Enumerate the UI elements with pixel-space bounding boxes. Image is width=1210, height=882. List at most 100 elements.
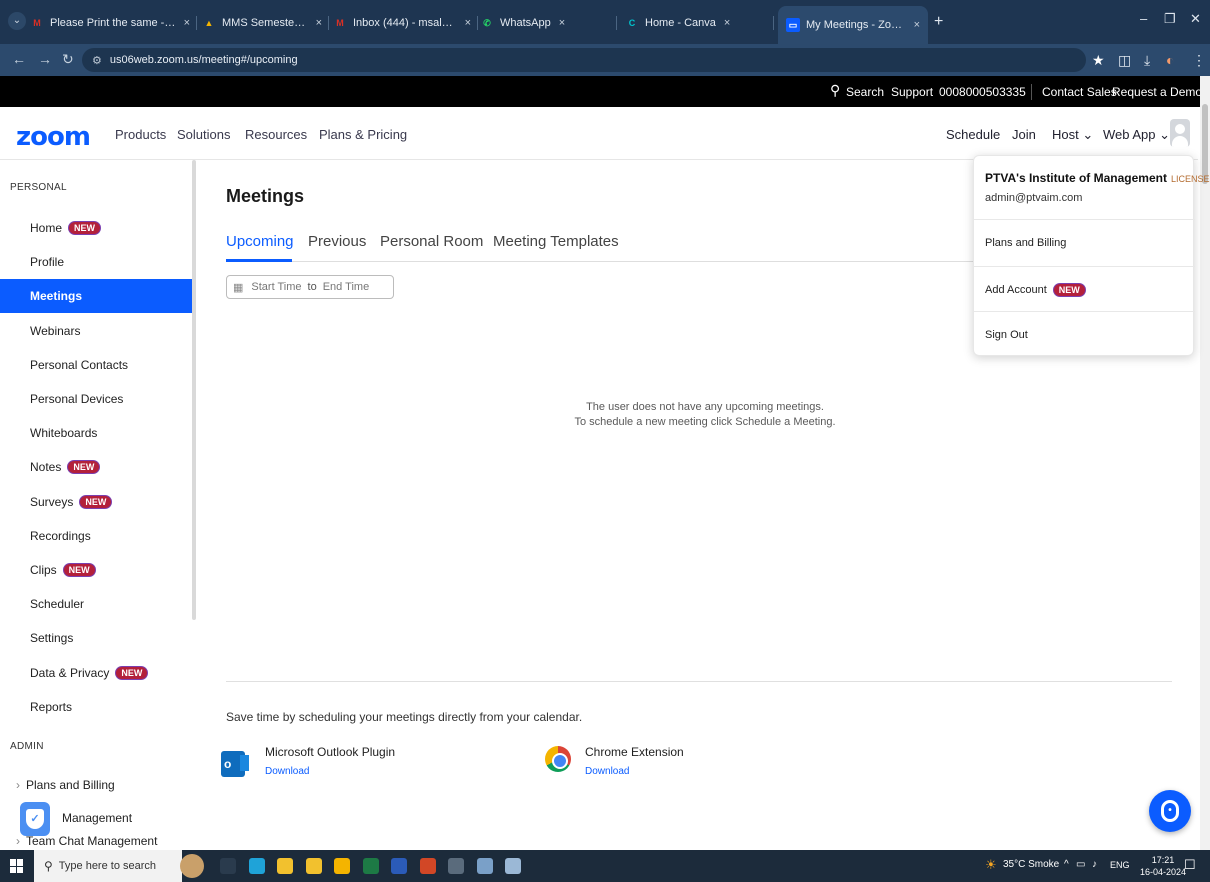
- sign-out-item[interactable]: Sign Out: [985, 329, 1028, 341]
- sidebar-item-settings[interactable]: Settings: [0, 621, 192, 655]
- nav-products[interactable]: Products: [115, 127, 166, 142]
- date-range-picker[interactable]: ▦ Start Time to End Time: [226, 275, 394, 299]
- volume-icon[interactable]: ♪: [1092, 859, 1097, 870]
- task-view-icon[interactable]: [220, 858, 236, 874]
- sidebar-item-data-privacy[interactable]: Data & Privacy NEW: [0, 656, 192, 690]
- tab-personal-room[interactable]: Personal Room: [380, 233, 483, 250]
- sidebar-item-meetings[interactable]: Meetings: [0, 279, 192, 314]
- back-icon[interactable]: ←: [12, 51, 26, 67]
- sidebar-item-plans-and-billing[interactable]: › Plans and Billing: [0, 768, 192, 802]
- sidebar-item-recordings[interactable]: Recordings: [0, 519, 192, 553]
- request-demo-link[interactable]: Request a Demo: [1112, 85, 1202, 99]
- bookmark-star-icon[interactable]: ★: [1092, 52, 1105, 69]
- store-icon[interactable]: [305, 858, 322, 874]
- browser-tab[interactable]: C Home - Canva ×: [625, 10, 767, 36]
- nav-resources[interactable]: Resources: [245, 127, 307, 142]
- schedule-link[interactable]: Schedule: [946, 127, 1000, 142]
- avatar[interactable]: [1170, 119, 1190, 147]
- new-tab-button[interactable]: +: [934, 13, 943, 31]
- browser-tab[interactable]: ▲ MMS Semester II Students' - F ×: [202, 10, 322, 36]
- help-chat-button[interactable]: •: [1149, 790, 1191, 832]
- reload-icon[interactable]: ↻: [62, 51, 74, 68]
- notifications-icon[interactable]: ☐: [1184, 857, 1196, 873]
- file-explorer-icon[interactable]: [277, 858, 293, 874]
- tab-previous[interactable]: Previous: [308, 233, 366, 250]
- sidebar-item-whiteboards[interactable]: Whiteboards: [0, 416, 192, 450]
- outlook-download-link[interactable]: Download: [265, 766, 309, 777]
- tab-meeting-templates[interactable]: Meeting Templates: [493, 233, 619, 250]
- cortana-avatar-icon[interactable]: [180, 854, 204, 878]
- extensions-icon[interactable]: ◫: [1118, 52, 1131, 69]
- page-scrollbar[interactable]: [1200, 76, 1210, 850]
- support-link[interactable]: Support: [891, 85, 933, 99]
- minimize-icon[interactable]: –: [1140, 11, 1147, 26]
- excel-icon[interactable]: [362, 858, 379, 874]
- sidebar-item-notes[interactable]: Notes NEW: [0, 450, 192, 484]
- sidebar-item-home[interactable]: Home NEW: [0, 211, 192, 245]
- profile-icon[interactable]: ◐: [1166, 52, 1174, 68]
- download-icon[interactable]: ⤓: [1144, 52, 1150, 69]
- sidebar-item-personal-devices[interactable]: Personal Devices: [0, 382, 192, 416]
- edge-icon[interactable]: [248, 858, 265, 874]
- powerpoint-icon[interactable]: [419, 858, 436, 874]
- start-time-field[interactable]: Start Time: [251, 281, 301, 293]
- app-icon-2[interactable]: [505, 858, 521, 874]
- forward-icon[interactable]: →: [38, 51, 52, 67]
- app-icon-1[interactable]: [476, 858, 493, 874]
- tab-close-icon[interactable]: ×: [316, 17, 322, 29]
- taskbar-clock[interactable]: 17:21 16-04-2024: [1140, 854, 1186, 878]
- host-menu[interactable]: Host ⌄: [1052, 127, 1093, 143]
- browser-tab[interactable]: ✆ WhatsApp ×: [480, 10, 610, 36]
- sidebar-item-scheduler[interactable]: Scheduler: [0, 587, 192, 621]
- close-window-icon[interactable]: ✕: [1190, 11, 1201, 27]
- chrome-download-link[interactable]: Download: [585, 766, 629, 777]
- menu-icon[interactable]: ⋮: [1192, 52, 1206, 69]
- maximize-icon[interactable]: ❐: [1164, 11, 1176, 27]
- sidebar-scrollbar[interactable]: [192, 160, 196, 620]
- windows-start-icon[interactable]: [10, 859, 24, 873]
- language-indicator[interactable]: ENG: [1110, 860, 1130, 870]
- search-link[interactable]: Search: [846, 85, 884, 99]
- tab-close-icon[interactable]: ×: [724, 17, 730, 29]
- chrome-extension-name: Chrome Extension: [585, 745, 684, 759]
- sidebar-item-profile[interactable]: Profile: [0, 245, 192, 279]
- nav-plans-pricing[interactable]: Plans & Pricing: [319, 127, 407, 142]
- site-info-icon[interactable]: ⚙: [92, 54, 102, 67]
- sidebar-item-clips[interactable]: Clips NEW: [0, 553, 192, 587]
- address-bar[interactable]: ⚙ us06web.zoom.us/meeting#/upcoming: [82, 48, 1086, 72]
- web-app-menu[interactable]: Web App ⌄: [1103, 127, 1170, 143]
- tab-title: Inbox (444) - msalasakar2019@: [353, 17, 457, 29]
- end-time-field[interactable]: End Time: [323, 281, 369, 293]
- add-account-item[interactable]: Add Account NEW: [985, 283, 1086, 297]
- plans-billing-item[interactable]: Plans and Billing: [985, 237, 1066, 249]
- tab-close-icon[interactable]: ×: [914, 19, 920, 31]
- sidebar-item-personal-contacts[interactable]: Personal Contacts: [0, 348, 192, 382]
- sidebar-item-reports[interactable]: Reports: [0, 690, 192, 724]
- browser-tab[interactable]: M Inbox (444) - msalasakar2019@ ×: [333, 10, 471, 36]
- security-shield-icon[interactable]: ✓: [20, 802, 50, 836]
- join-link[interactable]: Join: [1012, 127, 1036, 142]
- browser-tab[interactable]: ▭ My Meetings - Zoom ×: [778, 6, 928, 44]
- sidebar-item-surveys[interactable]: Surveys NEW: [0, 485, 192, 519]
- weather-text[interactable]: 35°C Smoke: [1003, 859, 1059, 870]
- tab-close-icon[interactable]: ×: [465, 17, 471, 29]
- browser-tab[interactable]: M Please Print the same - coei@ ×: [30, 10, 190, 36]
- taskbar-search-input[interactable]: ⚲ Type here to search: [34, 850, 182, 882]
- zoom-logo[interactable]: zoom: [16, 122, 91, 152]
- search-icon[interactable]: ⚲: [830, 82, 840, 99]
- tab-upcoming[interactable]: Upcoming: [226, 233, 294, 250]
- sidebar-item-label: Management: [62, 811, 133, 825]
- sidebar-item-webinars[interactable]: Webinars: [0, 314, 192, 348]
- tab-search-icon[interactable]: ⌄: [8, 12, 26, 30]
- word-icon[interactable]: [391, 858, 407, 874]
- calculator-icon[interactable]: [448, 858, 464, 874]
- empty-state-line: The user does not have any upcoming meet…: [586, 401, 824, 413]
- contact-sales-link[interactable]: Contact Sales: [1042, 85, 1117, 99]
- tray-chevron-icon[interactable]: ^: [1064, 859, 1069, 870]
- tab-close-icon[interactable]: ×: [184, 17, 190, 29]
- tab-close-icon[interactable]: ×: [559, 17, 565, 29]
- phone-number[interactable]: 0008000503335: [939, 85, 1026, 99]
- chrome-taskbar-icon[interactable]: [334, 858, 350, 874]
- nav-solutions[interactable]: Solutions: [177, 127, 230, 142]
- network-icon[interactable]: ▭: [1076, 859, 1085, 870]
